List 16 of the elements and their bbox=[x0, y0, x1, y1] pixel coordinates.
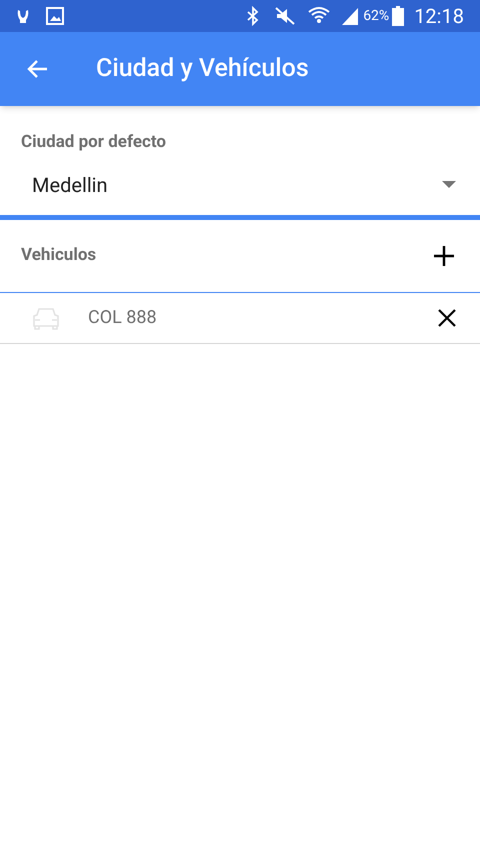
mute-icon bbox=[274, 6, 296, 26]
image-icon bbox=[46, 7, 64, 25]
city-dropdown[interactable]: Medellin bbox=[0, 156, 480, 220]
remove-button[interactable] bbox=[436, 306, 458, 328]
add-button[interactable] bbox=[432, 244, 456, 268]
screen-title: Ciudad y Vehículos bbox=[96, 53, 309, 86]
car-icon bbox=[32, 306, 60, 330]
bluetooth-icon bbox=[246, 6, 260, 26]
vehicle-plate: COL 888 bbox=[88, 306, 158, 330]
section-label: Vehiculos bbox=[21, 244, 98, 267]
caret-icon bbox=[442, 181, 456, 189]
battery-icon bbox=[392, 6, 404, 26]
battery-percent: 62% bbox=[363, 6, 390, 26]
field-label: Ciudad por defecto bbox=[21, 131, 168, 154]
clock: 12:18 bbox=[414, 3, 464, 30]
signal-icon bbox=[340, 6, 360, 26]
